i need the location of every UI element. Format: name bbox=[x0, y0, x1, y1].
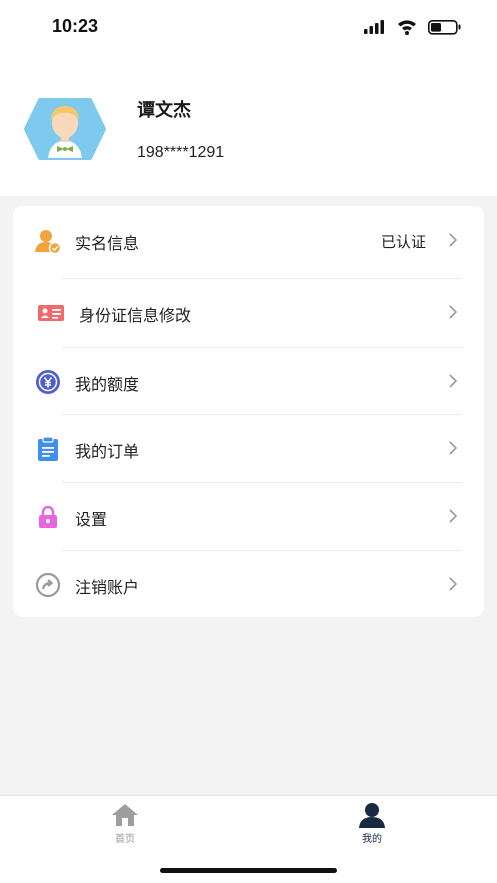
chevron-right-icon bbox=[449, 577, 458, 591]
menu-item-label: 我的额度 bbox=[75, 375, 140, 394]
menu-item-label: 身份证信息修改 bbox=[79, 306, 192, 325]
verification-status: 已认证 bbox=[380, 233, 426, 251]
home-icon bbox=[112, 804, 138, 826]
home-indicator bbox=[160, 868, 337, 873]
menu-item-label: 设置 bbox=[75, 510, 108, 529]
id-card-icon bbox=[38, 305, 64, 321]
chevron-right-icon bbox=[449, 233, 458, 247]
battery-icon bbox=[428, 20, 461, 35]
status-time: 10:23 bbox=[52, 16, 99, 36]
avatar[interactable] bbox=[24, 96, 106, 162]
menu-item-settings[interactable]: 设置 bbox=[13, 482, 484, 550]
person-icon bbox=[359, 803, 385, 828]
menu-card: 实名信息 已认证 身份证信息修改 我的额度 我的订单 设置 注销账户 bbox=[13, 206, 484, 617]
menu-item-label: 注销账户 bbox=[75, 578, 140, 597]
lock-icon bbox=[39, 505, 57, 528]
arrow-circle-icon bbox=[35, 572, 61, 598]
chevron-right-icon bbox=[449, 509, 458, 523]
signal-icon bbox=[364, 20, 384, 34]
status-bar: 10:23 bbox=[0, 0, 497, 54]
tab-mine[interactable]: 我的 bbox=[312, 796, 432, 848]
wifi-icon bbox=[398, 20, 416, 35]
menu-item-id-card-edit[interactable]: 身份证信息修改 bbox=[13, 278, 484, 346]
profile-phone: 198****1291 bbox=[137, 144, 225, 161]
status-icons bbox=[364, 20, 461, 35]
user-verified-icon bbox=[35, 230, 61, 254]
chevron-right-icon bbox=[449, 441, 458, 455]
tab-home[interactable]: 首页 bbox=[65, 796, 185, 848]
menu-item-label: 我的订单 bbox=[75, 442, 140, 461]
clipboard-icon bbox=[38, 436, 58, 461]
menu-item-my-credit[interactable]: 我的额度 bbox=[13, 347, 484, 415]
menu-item-delete-account[interactable]: 注销账户 bbox=[13, 550, 484, 618]
chevron-right-icon bbox=[449, 374, 458, 388]
chevron-right-icon bbox=[449, 305, 458, 319]
menu-item-label: 实名信息 bbox=[75, 234, 140, 253]
tab-label: 我的 bbox=[362, 834, 382, 845]
menu-item-real-name-info[interactable]: 实名信息 已认证 bbox=[13, 206, 484, 274]
profile-name: 谭文杰 bbox=[137, 100, 191, 121]
menu-item-my-orders[interactable]: 我的订单 bbox=[13, 414, 484, 482]
yen-coin-icon bbox=[36, 370, 60, 394]
tab-label: 首页 bbox=[115, 834, 135, 845]
